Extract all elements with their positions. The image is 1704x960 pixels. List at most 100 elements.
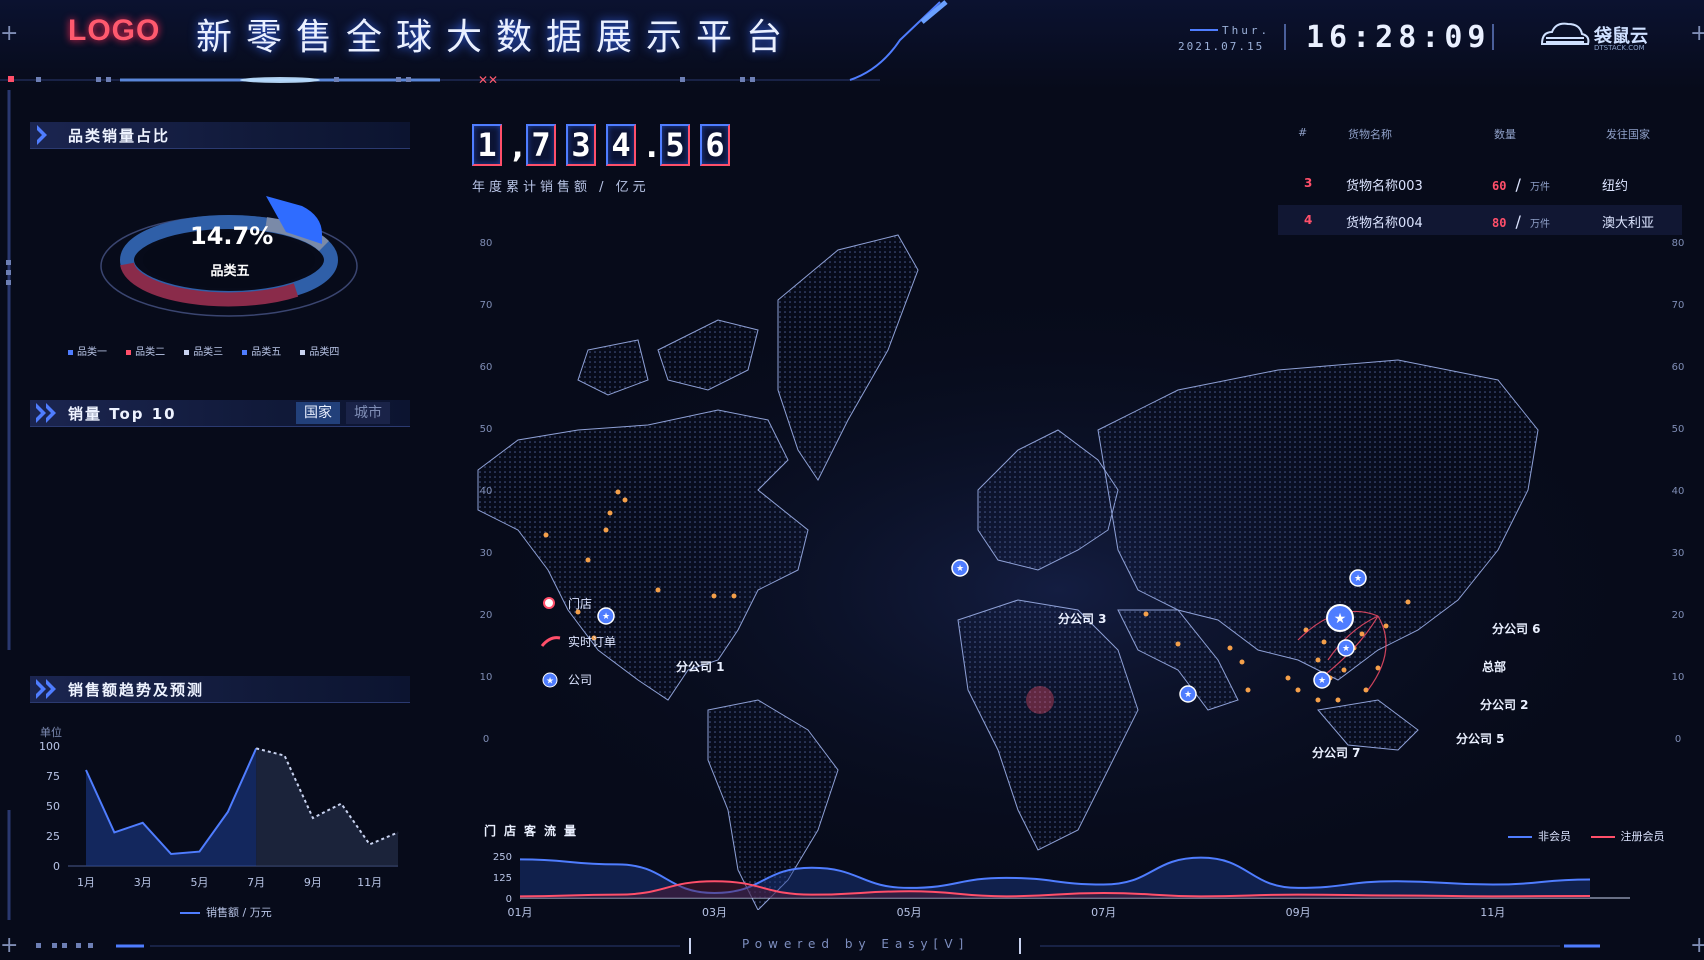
category-panel-title: 品类销量占比 (68, 127, 171, 145)
legend-label: 品类一 (77, 347, 107, 358)
legend-item[interactable]: 品类五 (242, 347, 281, 358)
y-tick-label: 0 (506, 894, 512, 905)
kpi-digit: 1 (472, 124, 502, 166)
map-y-axis-right: 80 70 60 50 40 30 20 10 0 (1672, 238, 1685, 745)
legend-item[interactable]: 品类二 (126, 347, 165, 358)
y-tick-label: 100 (39, 740, 60, 753)
y-tick-label: 50 (46, 800, 60, 813)
table-row[interactable]: 3 货物名称003 60 / 万件 纽约 (1278, 168, 1682, 198)
legend-marker (242, 349, 248, 355)
date-label: 2021.07.15 (1178, 40, 1265, 53)
kpi-digit: 7 (526, 124, 556, 166)
map-y-tick-label: 10 (1672, 672, 1685, 683)
svg-text:★: ★ (1318, 676, 1326, 686)
legend-marker (180, 912, 200, 914)
category-legend: 品类一 品类二 品类三 品类五 品类四 (68, 340, 408, 359)
svg-text:+: + (1690, 933, 1704, 958)
svg-text:★: ★ (1334, 611, 1347, 627)
row-country: 澳大利亚 (1602, 216, 1655, 231)
company-label[interactable]: 分公司 7 (1312, 744, 1361, 761)
map-y-tick-label: 80 (480, 238, 493, 249)
quantity-separator: / (1515, 212, 1521, 231)
left-border-decoration (6, 90, 11, 920)
company-label[interactable]: 分公司 1 (676, 658, 725, 675)
annual-sales-label: 年度累计销售额 / 亿元 (472, 180, 650, 195)
company-label[interactable]: 分公司 6 (1492, 620, 1541, 637)
trend-panel-header: 销售额趋势及预测 (30, 676, 410, 703)
map-y-tick-label: 20 (1672, 610, 1685, 621)
table-header-country: 发往国家 (1606, 128, 1650, 141)
row-rank: 3 (1304, 176, 1313, 190)
series-area (256, 748, 398, 866)
table-header-rank: # (1298, 126, 1308, 139)
store-dot-icon (545, 599, 553, 607)
svg-text:★: ★ (1342, 644, 1350, 654)
row-goods-name: 货物名称003 (1346, 179, 1423, 194)
map-y-tick-label: 30 (480, 548, 493, 559)
legend-marker (184, 349, 190, 355)
world-map: 80706050403020100 80706050403020100 ★★★ … (438, 234, 1685, 910)
svg-text:★: ★ (956, 564, 964, 574)
legend-marker (68, 349, 73, 355)
company-label[interactable]: 分公司 5 (1456, 730, 1505, 747)
top10-panel-title: 销量 Top 10 (68, 405, 177, 423)
map-y-tick-label: 60 (1672, 362, 1685, 373)
company-label[interactable]: 分公司 3 (1058, 610, 1107, 627)
legend-marker (1590, 836, 1615, 838)
x-tick-label: 05月 (897, 906, 922, 919)
x-tick-label: 9月 (304, 876, 322, 889)
company-label[interactable]: 总部 (1482, 658, 1506, 675)
kpi-digit: 4 (606, 124, 636, 166)
kpi-digit: 6 (700, 124, 730, 166)
x-tick-label: 1月 (77, 876, 95, 889)
legend-item[interactable]: 品类三 (184, 347, 223, 358)
svg-text:★: ★ (1354, 574, 1362, 584)
row-goods-name: 货物名称004 (1346, 216, 1423, 231)
y-tick-label: 25 (46, 830, 60, 843)
map-legend-company[interactable]: ★ 公司 (540, 670, 660, 690)
svg-text:★: ★ (546, 677, 554, 687)
clock: 16:28:09 (1306, 20, 1491, 55)
svg-text:+: + (1690, 21, 1704, 46)
x-tick-label: 01月 (508, 906, 533, 919)
table-header-qty: 数量 (1494, 128, 1516, 141)
brand-cloud-icon (1540, 22, 1590, 45)
row-quantity: 60 / 万件 (1492, 175, 1550, 194)
map-y-tick-label: 60 (480, 362, 493, 373)
order-arc-icon (540, 636, 561, 647)
category-donut-chart (100, 196, 358, 317)
map-legend-order[interactable]: 实时订单 (540, 632, 660, 652)
row-rank: 4 (1304, 213, 1313, 227)
svg-text:+: + (0, 21, 18, 46)
header-divider (1492, 24, 1494, 50)
map-y-tick-label: 20 (480, 610, 493, 621)
app-logo: LOGO (68, 14, 161, 47)
quantity-value: 80 (1492, 216, 1507, 230)
tab-city[interactable]: 城市 (346, 402, 390, 424)
company-star-icon: ★ (542, 672, 558, 688)
header-divider (1284, 24, 1286, 50)
legend-label: 品类三 (193, 347, 224, 358)
company-label[interactable]: 分公司 2 (1480, 696, 1529, 713)
x-tick-label: 03月 (702, 906, 727, 919)
map-legend-label: 实时订单 (568, 635, 617, 649)
double-chevron-right-icon (36, 679, 56, 699)
legend-item[interactable]: 品类一 (68, 347, 107, 358)
y-tick-label: 125 (493, 873, 512, 884)
map-y-tick-label: 30 (1672, 548, 1685, 559)
map-y-tick-label: 50 (1672, 424, 1685, 435)
top10-panel-header: 销量 Top 10 国家 城市 (30, 400, 410, 427)
page-title: 新零售全球大数据展示平台 (196, 17, 797, 58)
x-tick-label: 11月 (357, 876, 382, 889)
legend-marker (1508, 836, 1532, 838)
row-country: 纽约 (1602, 179, 1629, 194)
x-tick-label: 07月 (1091, 906, 1116, 919)
map-legend-store[interactable]: 门店 (540, 594, 660, 614)
x-tick-label: 7月 (247, 876, 265, 889)
map-y-tick-label: 80 (1672, 238, 1685, 249)
tab-country[interactable]: 国家 (296, 402, 340, 424)
chevron-right-icon (37, 125, 47, 145)
kpi-digit: 5 (660, 124, 690, 166)
legend-label: 品类二 (135, 347, 166, 358)
legend-item[interactable]: 品类四 (300, 347, 339, 358)
